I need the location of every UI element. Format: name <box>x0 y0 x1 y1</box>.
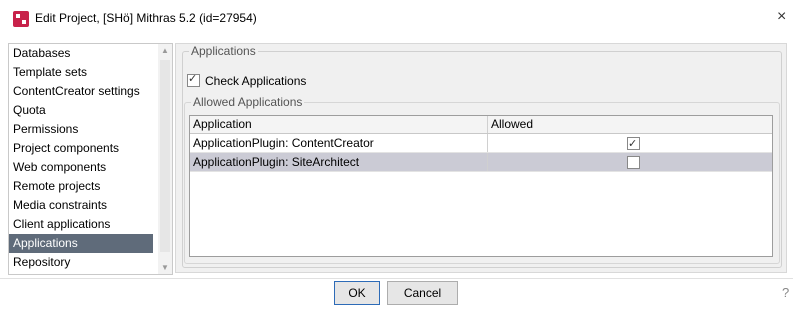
cancel-button[interactable]: Cancel <box>387 281 458 305</box>
applications-group-title: Applications <box>189 44 258 58</box>
sidebar-item-databases[interactable]: Databases <box>9 44 153 63</box>
sidebar-item-remote-projects[interactable]: Remote projects <box>9 177 153 196</box>
allowed-cell <box>488 134 772 153</box>
settings-category-list[interactable]: Databases Template sets ContentCreator s… <box>8 43 173 275</box>
scroll-down-icon[interactable]: ▼ <box>161 263 169 272</box>
app-icon <box>13 11 29 27</box>
check-applications-checkbox[interactable]: Check Applications <box>187 72 307 88</box>
window-title: Edit Project, [SHö] Mithras 5.2 (id=2795… <box>35 11 257 25</box>
column-header-allowed[interactable]: Allowed <box>488 116 772 133</box>
column-header-application[interactable]: Application <box>190 116 488 133</box>
sidebar-item-web-components[interactable]: Web components <box>9 158 153 177</box>
checkbox-checked-icon[interactable] <box>187 72 200 88</box>
sidebar-item-client-applications[interactable]: Client applications <box>9 215 153 234</box>
table-header: Application Allowed <box>190 116 772 134</box>
table-row[interactable]: ApplicationPlugin: ContentCreator <box>190 134 772 153</box>
allowed-applications-title: Allowed Applications <box>191 95 305 109</box>
application-name: ApplicationPlugin: ContentCreator <box>190 134 488 152</box>
sidebar-item-quota[interactable]: Quota <box>9 101 153 120</box>
application-name: ApplicationPlugin: SiteArchitect <box>190 153 488 171</box>
scroll-up-icon[interactable]: ▲ <box>161 46 169 55</box>
allowed-applications-group: Allowed Applications Application Allowed… <box>184 95 780 264</box>
sidebar-item-permissions[interactable]: Permissions <box>9 120 153 139</box>
scroll-thumb[interactable] <box>160 60 170 252</box>
sidebar-item-repository[interactable]: Repository <box>9 253 153 272</box>
sidebar-item-project-components[interactable]: Project components <box>9 139 153 158</box>
footer-divider <box>0 278 793 279</box>
sidebar-item-template-sets[interactable]: Template sets <box>9 63 153 82</box>
table-row[interactable]: ApplicationPlugin: SiteArchitect <box>190 153 772 172</box>
sidebar-item-media-constraints[interactable]: Media constraints <box>9 196 153 215</box>
sidebar-scrollbar[interactable]: ▲ ▼ <box>158 44 172 274</box>
allowed-checkbox[interactable] <box>627 135 640 153</box>
allowed-applications-table: Application Allowed ApplicationPlugin: C… <box>189 115 773 257</box>
allowed-checkbox[interactable] <box>627 156 640 169</box>
title-bar: Edit Project, [SHö] Mithras 5.2 (id=2795… <box>0 0 793 38</box>
sidebar-item-applications[interactable]: Applications <box>9 234 153 253</box>
close-icon[interactable]: × <box>777 8 786 26</box>
ok-button[interactable]: OK <box>334 281 380 305</box>
applications-panel: Applications Check Applications Allowed … <box>175 43 787 273</box>
check-applications-label: Check Applications <box>205 73 307 88</box>
allowed-cell <box>488 153 772 171</box>
sidebar-item-contentcreator-settings[interactable]: ContentCreator settings <box>9 82 153 101</box>
applications-group: Applications Check Applications Allowed … <box>182 44 782 268</box>
help-icon[interactable]: ? <box>782 285 789 300</box>
